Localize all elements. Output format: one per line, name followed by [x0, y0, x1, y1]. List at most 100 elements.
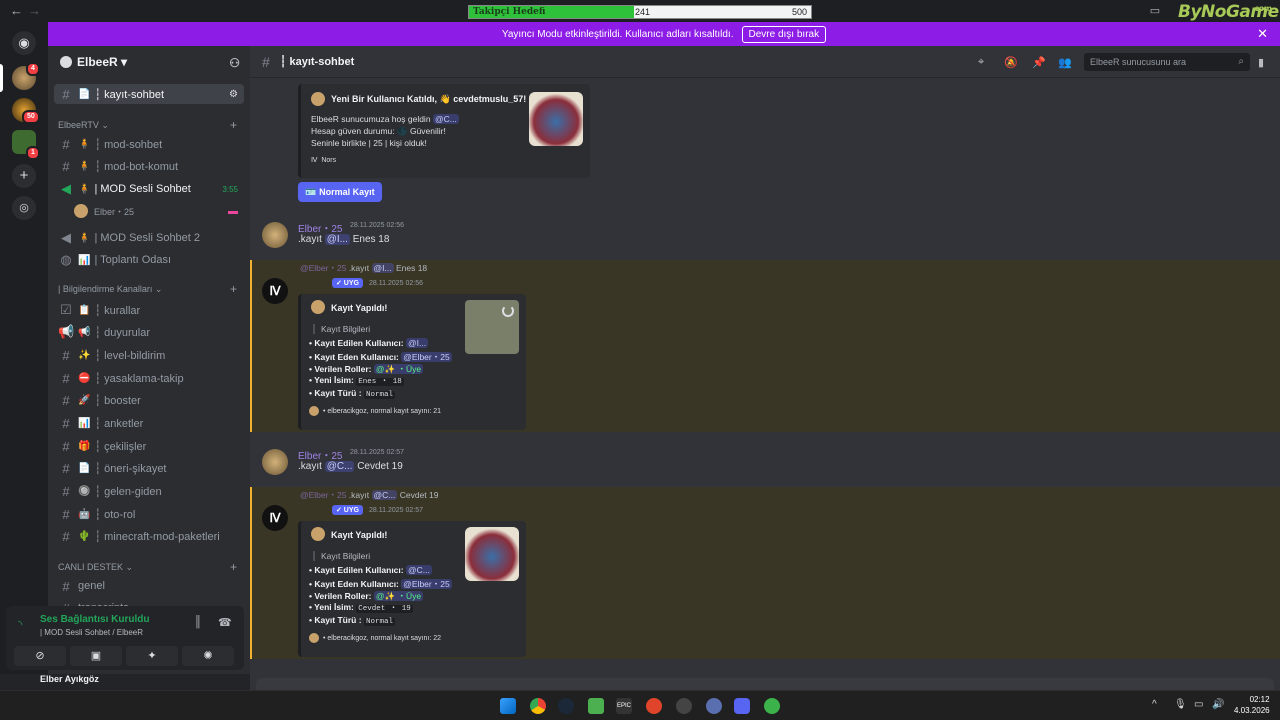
channel-genel[interactable]: # genel — [54, 576, 244, 596]
thumbnail-image[interactable] — [529, 92, 583, 146]
channel-duyurular[interactable]: 📢 📢 ┆ duyurular — [54, 322, 244, 342]
channel-sidebar: ElbeeR ▾ ⚇ # 📄 ┆ kayıt-sohbet ⚙ ElbeeRTV ⌄… — [48, 46, 250, 690]
speaker-icon: ◀ — [61, 181, 71, 196]
bot-avatar[interactable]: Ⅳ — [262, 278, 288, 304]
steam-icon[interactable] — [558, 698, 574, 714]
channel-minecraft[interactable]: # 🌵 ┆ minecraft-mod-paketleri — [54, 526, 244, 546]
avatar[interactable] — [262, 222, 288, 248]
pin-icon[interactable]: 📌 — [1032, 56, 1046, 69]
discover-icon[interactable]: ◎ — [12, 196, 36, 220]
disconnect-icon[interactable]: ☎ — [218, 616, 232, 629]
members-icon[interactable]: 👥 — [1058, 56, 1072, 69]
signal-icon[interactable]: ◝ — [18, 618, 22, 631]
thumbnail-loading[interactable] — [465, 300, 519, 354]
embed-field: • Kayıt Eden Kullanıcı: @Elber・25 — [309, 579, 452, 589]
category-elbeertv[interactable]: ElbeeRTV ⌄ + — [58, 118, 237, 132]
add-member-icon[interactable]: ⚇ — [229, 56, 240, 70]
voice-location[interactable]: | MOD Sesli Sohbet / ElbeeR — [40, 628, 143, 637]
add-channel-icon[interactable]: + — [230, 560, 237, 574]
close-icon[interactable]: ✕ — [1257, 26, 1268, 42]
noise-suppression-icon[interactable]: ║ — [194, 616, 202, 628]
register-embed: Kayıt Yapıldı! Kayıt Bilgileri • Kayıt E… — [298, 294, 526, 430]
add-channel-icon[interactable]: + — [230, 118, 237, 132]
channel-oto-rol[interactable]: # 🤖 ┆ oto-rol — [54, 504, 244, 524]
server-header[interactable]: ElbeeR ▾ ⚇ — [48, 46, 250, 78]
goal-max: 500 — [791, 7, 807, 17]
normal-register-button[interactable]: 🪪 Normal Kayıt — [298, 182, 382, 202]
category-canli-destek[interactable]: CANLI DESTEK ⌄ + — [58, 560, 237, 574]
discord-taskbar-icon[interactable] — [734, 698, 750, 714]
clock[interactable]: 02:12 4.03.2026 — [1234, 694, 1270, 716]
channel-anketler[interactable]: # 📊 ┆ anketler — [54, 413, 244, 433]
app-icon[interactable] — [676, 698, 692, 714]
channel-gelen-giden[interactable]: # 🔘 ┆ gelen-giden — [54, 481, 244, 501]
user-panel[interactable]: Elber Ayıkgöz — [0, 674, 250, 690]
notifications-icon[interactable]: 🔕 — [1004, 56, 1018, 69]
message-input[interactable] — [256, 678, 1274, 690]
inbox-icon[interactable]: ▭ — [1148, 4, 1162, 18]
search-icon: ⌕ — [1238, 56, 1244, 67]
title-bar: ← → Takipçi Hedefi 241 500 ▭ ByNoGame .co… — [0, 0, 1280, 22]
windows-start-icon[interactable] — [500, 698, 516, 714]
game-launcher-icon[interactable] — [646, 698, 662, 714]
author-name[interactable]: Elber・25 — [298, 447, 342, 462]
channel-cekilisler[interactable]: # 🎁 ┆ çekilişler — [54, 436, 244, 456]
timestamp: 28.11.2025 02:56 — [350, 222, 404, 229]
voice-user[interactable]: Elber・25 ▬ — [74, 201, 244, 221]
camera-off-button[interactable]: ⊘ — [14, 646, 66, 666]
app-icon[interactable] — [706, 698, 722, 714]
search-input[interactable]: ElbeeR sunucusunu ara ⌕ — [1084, 53, 1250, 71]
bot-avatar[interactable]: Ⅳ — [262, 505, 288, 531]
channel-kurallar[interactable]: ☑ 📋 ┆ kurallar — [54, 300, 244, 320]
forward-arrow-icon[interactable]: → — [28, 3, 41, 18]
category-bilgilendirme[interactable]: | Bilgilendirme Kanalları ⌄ + — [58, 282, 237, 296]
channel-yasaklama-takip[interactable]: # ⛔ ┆ yasaklama-takip — [54, 368, 244, 388]
volume-icon[interactable]: 🔊 — [1212, 699, 1224, 710]
settings-icon[interactable]: ⚙ — [229, 89, 238, 100]
discord-home-icon[interactable]: ◉ — [12, 31, 36, 55]
back-arrow-icon[interactable]: ← — [10, 3, 23, 18]
megaphone-icon: 📢 — [58, 324, 75, 339]
voice-channel-mod[interactable]: ◀ 🧍 | MOD Sesli Sohbet 3:55 — [54, 179, 244, 199]
channel-mod-bot-komut[interactable]: # 🧍 ┆ mod-bot-komut — [54, 156, 244, 176]
threads-icon[interactable]: ⌖ — [978, 56, 984, 69]
tray-chevron-icon[interactable]: ^ — [1152, 699, 1157, 710]
hash-icon: # — [62, 438, 70, 454]
embed-field: • Verilen Roller: @✨ ・Üye — [309, 364, 424, 374]
network-icon[interactable]: ▭ — [1194, 699, 1203, 710]
avatar — [311, 300, 325, 314]
channel-level-bildirim[interactable]: # ✨ ┆ level-bildirim — [54, 345, 244, 365]
channel-booster[interactable]: # 🚀 ┆ booster — [54, 390, 244, 410]
spinner-icon — [502, 305, 514, 317]
reply-reference[interactable]: @Elber・25 .kayıt @I... Enes 18 — [300, 262, 427, 274]
register-embed: Kayıt Yapıldı! Kayıt Bilgileri • Kayıt E… — [298, 521, 526, 657]
channel-oneri-sikayet[interactable]: # 📄 ┆ öneri-şikayet — [54, 458, 244, 478]
epic-games-icon[interactable]: EPIC — [616, 698, 632, 714]
inbox-icon[interactable]: ▮ — [1258, 56, 1264, 69]
screen-share-button[interactable]: ▣ — [70, 646, 122, 666]
activities-button[interactable]: ✦ — [126, 646, 178, 666]
hash-icon: # — [62, 506, 70, 522]
chrome-icon[interactable] — [530, 698, 546, 714]
disable-button[interactable]: Devre dışı bırak — [741, 25, 827, 43]
add-channel-icon[interactable]: + — [230, 282, 237, 296]
voice-channel-mod-2[interactable]: ◀ 🧍 | MOD Sesli Sohbet 2 — [54, 228, 244, 248]
hash-icon: # — [62, 460, 70, 476]
soundboard-button[interactable]: ✺ — [182, 646, 234, 666]
channel-label: ┆ kayıt-sohbet — [94, 88, 165, 101]
channel-kayit-sohbet[interactable]: # 📄 ┆ kayıt-sohbet ⚙ — [54, 84, 244, 104]
rules-icon: ☑ — [60, 302, 72, 317]
microphone-icon[interactable]: 🎙 — [1174, 699, 1187, 710]
hash-icon: # — [62, 415, 70, 431]
reply-reference[interactable]: @Elber・25 .kayıt @C... Cevdet 19 — [300, 489, 438, 501]
thumbnail-image[interactable] — [465, 527, 519, 581]
app-icon[interactable] — [764, 698, 780, 714]
hash-icon: # — [62, 158, 70, 174]
avatar[interactable] — [262, 449, 288, 475]
add-server-icon[interactable]: + — [12, 164, 36, 188]
minecraft-icon[interactable] — [588, 698, 604, 714]
voice-status[interactable]: Ses Bağlantısı Kuruldu — [40, 614, 149, 625]
channel-toplanti[interactable]: ◍ 📊 | Toplantı Odası — [54, 250, 244, 270]
author-name[interactable]: Elber・25 — [298, 220, 342, 235]
channel-mod-sohbet[interactable]: # 🧍 ┆ mod-sohbet — [54, 134, 244, 154]
